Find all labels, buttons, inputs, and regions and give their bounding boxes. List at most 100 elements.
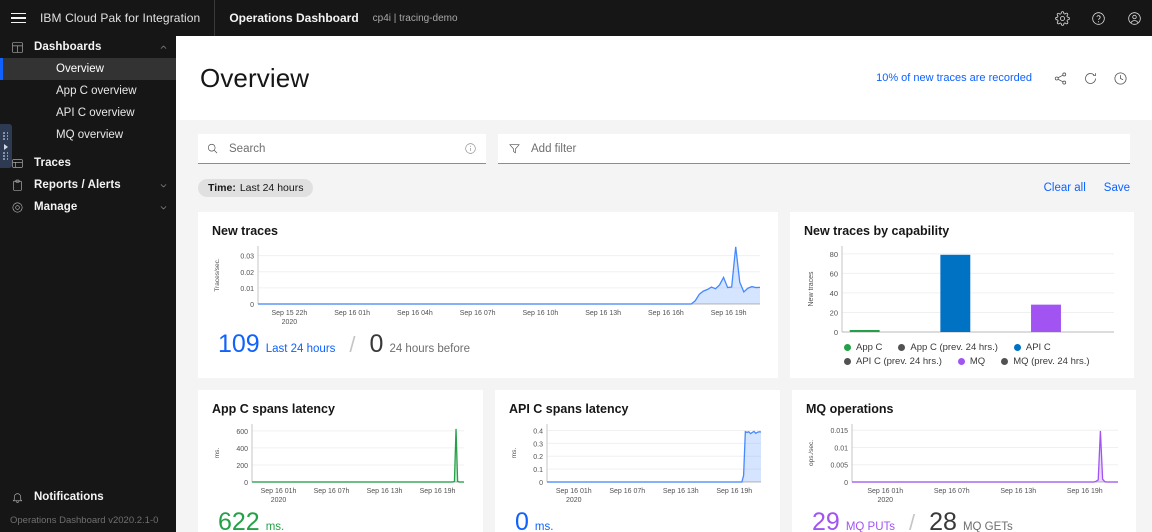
- sidebar-label-traces: Traces: [34, 157, 72, 169]
- sidebar-footer: Notifications Operations Dashboard v2020…: [0, 485, 176, 532]
- svg-text:20: 20: [830, 308, 838, 317]
- sidebar-item-mq-overview[interactable]: MQ overview: [0, 124, 176, 146]
- card-new-traces-by-capability: New traces by capability 0 20 40 60 80 New tr…: [790, 212, 1134, 378]
- legend-dot-api-c-prev: [844, 358, 851, 365]
- brand-name: IBM Cloud Pak for Integration: [40, 11, 201, 25]
- legend-label-app-c-prev: App C (prev. 24 hrs.): [910, 342, 998, 353]
- svg-text:Sep 16 19h: Sep 16 19h: [1067, 488, 1103, 495]
- chart-app-c-latency[interactable]: 0 200 400 600 ms. Sep 16 01h Sep 16 07h Sep 16 …: [212, 420, 469, 506]
- svg-text:2020: 2020: [566, 497, 582, 504]
- legend-item-api-c-prev[interactable]: API C (prev. 24 hrs.): [844, 356, 942, 367]
- svg-text:Sep 16 16h: Sep 16 16h: [648, 310, 684, 317]
- svg-text:0.3: 0.3: [533, 441, 543, 448]
- svg-text:0.015: 0.015: [830, 428, 848, 435]
- api-c-latency-area-chart: 0 0.1 0.2 0.3 0.4 ms. Sep 16 01h Sep 16 07h Sep …: [511, 424, 762, 504]
- dashboard-icon: [0, 41, 34, 54]
- svg-text:Sep 16 19h: Sep 16 19h: [716, 488, 752, 495]
- dashboard-cards: New traces 0 0.01 0.02 0.03 Traces/sec. Sep 1…: [176, 198, 1152, 532]
- legend-item-mq[interactable]: MQ: [957, 356, 985, 367]
- help-icon[interactable]: [1080, 0, 1116, 36]
- active-filters-row: Time: Last 24 hours Clear all Save: [198, 178, 1130, 198]
- svg-text:0: 0: [250, 302, 254, 309]
- app-c-latency-unit: ms.: [265, 521, 285, 532]
- chevron-up-icon[interactable]: [150, 43, 176, 52]
- search-input[interactable]: [219, 142, 462, 155]
- sidebar-item-traces[interactable]: Traces: [0, 152, 176, 174]
- svg-text:Traces/sec.: Traces/sec.: [214, 258, 221, 292]
- sidebar-item-dashboards[interactable]: Dashboards: [0, 36, 176, 58]
- new-traces-summary: 109 Last 24 hours / 0 24 hours before: [212, 332, 764, 358]
- chart-api-c-latency[interactable]: 0 0.1 0.2 0.3 0.4 ms. Sep 16 01h Sep 16 07h Sep …: [509, 420, 766, 506]
- sidebar-group-dashboards: Dashboards Overview App C overview API C…: [0, 36, 176, 146]
- chevron-down-icon-manage[interactable]: [150, 203, 176, 212]
- legend-item-api-c[interactable]: API C: [1013, 342, 1051, 353]
- user-avatar-icon[interactable]: [1116, 0, 1152, 36]
- chart-new-traces[interactable]: 0 0.01 0.02 0.03 Traces/sec. Sep 15 22h Sep 16…: [212, 242, 764, 328]
- chart-capability[interactable]: 0 20 40 60 80 New traces: [804, 242, 1120, 340]
- sampling-note[interactable]: 10% of new traces are recorded: [876, 72, 1032, 84]
- save-button[interactable]: Save: [1104, 182, 1130, 194]
- svg-text:Sep 16 01h: Sep 16 01h: [334, 310, 370, 317]
- svg-text:0: 0: [844, 480, 848, 487]
- legend-line-1: App C App C (prev. 24 hrs.) API C: [844, 342, 1120, 353]
- card-api-c-spans-latency: API C spans latency 0 0.1 0.2 0.3 0.4 ms. Sep …: [495, 390, 780, 532]
- summary-divider: /: [349, 332, 356, 357]
- card-row-top: New traces 0 0.01 0.02 0.03 Traces/sec. Sep 1…: [198, 212, 1134, 378]
- svg-text:Sep 16 04h: Sep 16 04h: [397, 310, 433, 317]
- legend-item-app-c-prev[interactable]: App C (prev. 24 hrs.): [898, 342, 998, 353]
- legend-dot-api-c: [1013, 344, 1021, 351]
- info-icon[interactable]: [462, 141, 478, 157]
- sidebar-label-notifications: Notifications: [34, 491, 104, 503]
- sidebar-item-notifications[interactable]: Notifications: [0, 485, 176, 509]
- sidebar-label-dashboards: Dashboards: [34, 41, 102, 53]
- svg-text:Sep 16 19h: Sep 16 19h: [711, 310, 747, 317]
- svg-text:ms.: ms.: [214, 448, 221, 459]
- sidebar-item-api-c-overview[interactable]: API C overview: [0, 102, 176, 124]
- legend-item-app-c[interactable]: App C: [844, 342, 882, 353]
- history-icon[interactable]: [1106, 64, 1134, 92]
- svg-text:2020: 2020: [282, 319, 298, 326]
- chevron-down-icon-reports[interactable]: [150, 181, 176, 190]
- page-title: Overview: [200, 62, 310, 93]
- mq-gets-value: 28: [929, 508, 957, 532]
- share-icon[interactable]: [1046, 64, 1074, 92]
- topbar-divider: [214, 0, 216, 36]
- legend-item-mq-prev[interactable]: MQ (prev. 24 hrs.): [1001, 356, 1090, 367]
- card-title-app-c-latency: App C spans latency: [212, 402, 335, 416]
- new-traces-area-chart: 0 0.01 0.02 0.03 Traces/sec. Sep 15 22h Sep 16…: [214, 246, 761, 326]
- card-mq-operations: MQ operations 0 0.005 0.01 0.015 ops./sec. Se…: [792, 390, 1136, 532]
- refresh-icon[interactable]: [1076, 64, 1104, 92]
- time-filter-tag[interactable]: Time: Last 24 hours: [198, 179, 314, 197]
- sidebar-item-manage[interactable]: Manage: [0, 196, 176, 218]
- clear-all-button[interactable]: Clear all: [1044, 182, 1086, 194]
- chart-mq-operations[interactable]: 0 0.005 0.01 0.015 ops./sec. Sep 16 01h Sep 16…: [806, 420, 1122, 506]
- sidebar-label-app-c-overview: App C overview: [56, 85, 137, 97]
- hamburger-menu-icon[interactable]: [0, 0, 36, 36]
- svg-text:0.1: 0.1: [533, 467, 543, 474]
- filter-area: Add filter Time: Last 24 hours Clear all…: [176, 120, 1152, 198]
- mq-puts-value: 29: [812, 508, 840, 532]
- svg-text:0: 0: [244, 480, 248, 487]
- svg-text:Sep 16 13h: Sep 16 13h: [585, 310, 621, 317]
- svg-text:0.03: 0.03: [240, 254, 254, 261]
- svg-text:Sep 16 13h: Sep 16 13h: [1000, 488, 1036, 495]
- svg-text:0.02: 0.02: [240, 270, 254, 277]
- add-filter-box[interactable]: Add filter: [498, 134, 1130, 164]
- mq-summary-divider: /: [909, 510, 916, 532]
- sidebar-drag-handle[interactable]: [0, 124, 12, 168]
- app-title[interactable]: Operations Dashboard: [229, 11, 358, 25]
- sidebar-item-reports-alerts[interactable]: Reports / Alerts: [0, 174, 176, 196]
- sidebar-item-overview[interactable]: Overview: [0, 58, 176, 80]
- sidebar-item-app-c-overview[interactable]: App C overview: [0, 80, 176, 102]
- svg-text:Sep 16 07h: Sep 16 07h: [934, 488, 970, 495]
- search-box[interactable]: [198, 134, 486, 164]
- legend-label-mq-prev: MQ (prev. 24 hrs.): [1013, 356, 1090, 367]
- sidebar-label-manage: Manage: [34, 201, 78, 213]
- drag-dots-icon: [3, 132, 9, 140]
- svg-text:2020: 2020: [877, 497, 893, 504]
- card-app-c-spans-latency: App C spans latency 0 200 400 600 ms. Sep 16 …: [198, 390, 483, 532]
- new-traces-previous-value: 0: [369, 330, 384, 358]
- legend-dot-mq: [957, 358, 965, 365]
- api-c-latency-unit: ms.: [534, 521, 554, 532]
- gear-icon[interactable]: [1044, 0, 1080, 36]
